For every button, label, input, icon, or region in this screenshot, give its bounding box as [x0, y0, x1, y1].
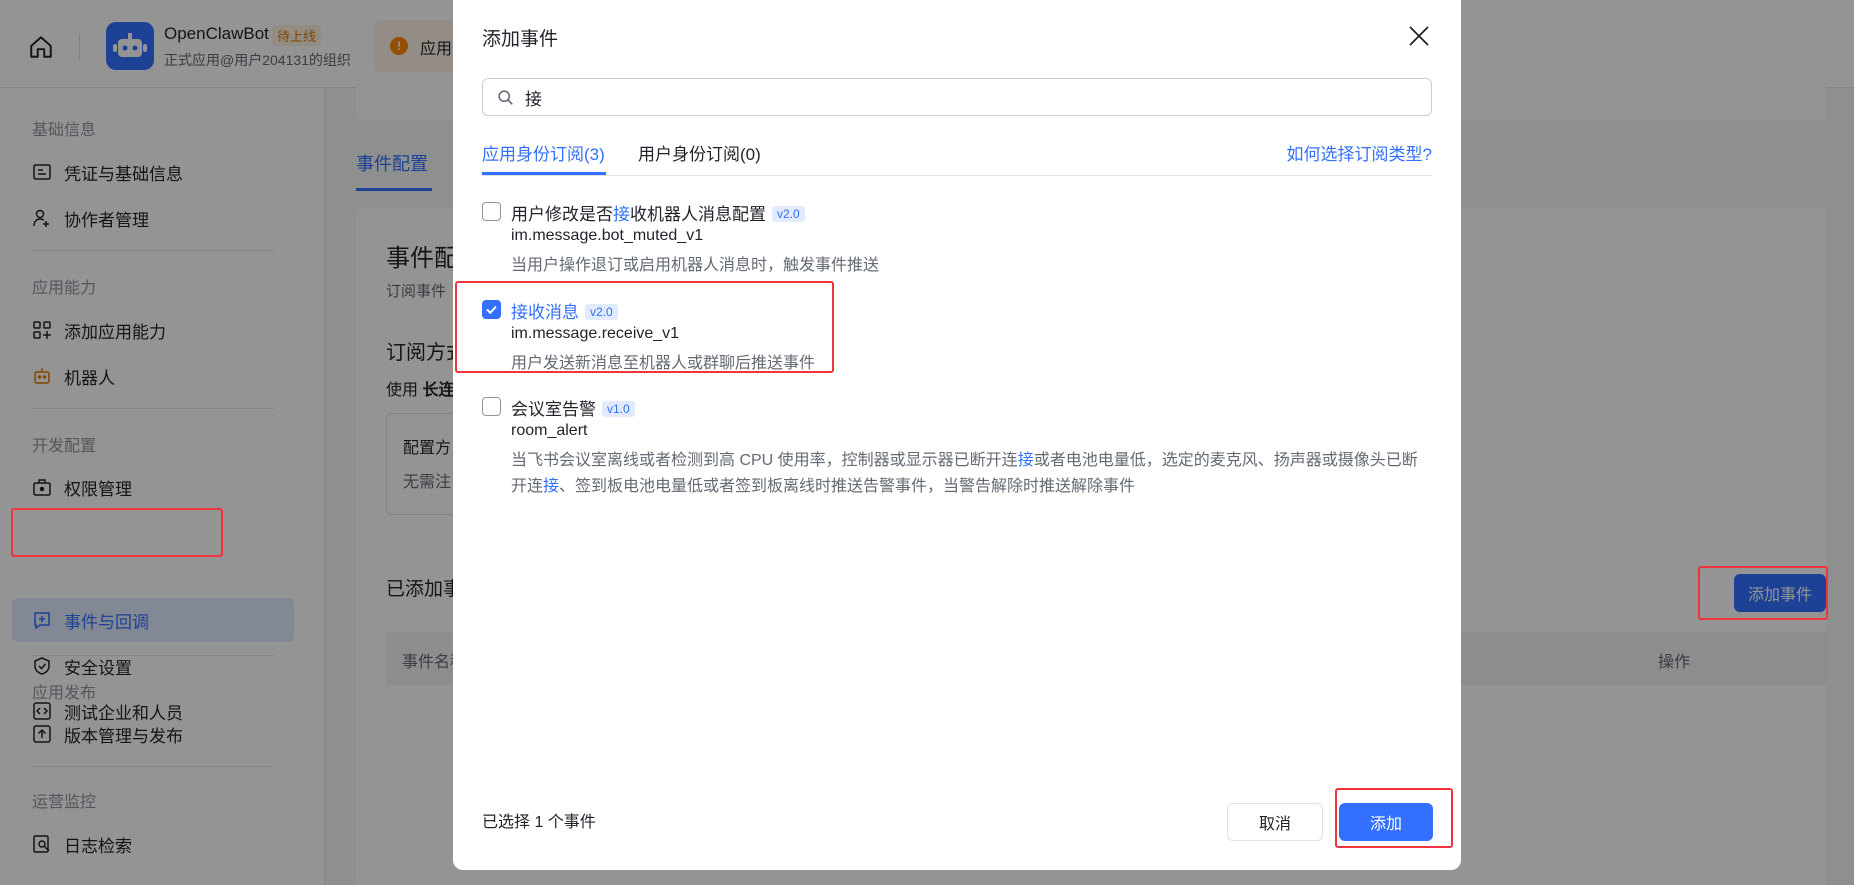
desc-highlight: 接: [1017, 452, 1034, 469]
event-name-part: 用户修改是否: [511, 205, 613, 224]
highlight-box-add-event: [1698, 566, 1828, 620]
event-name-highlight: 接: [613, 205, 630, 224]
close-icon[interactable]: [1407, 24, 1431, 48]
selected-count: 已选择 1 个事件: [482, 814, 596, 831]
event-key: im.message.bot_muted_v1: [511, 227, 704, 244]
event-name: 会议室告警 v1.0: [511, 395, 635, 420]
desc-part: 当飞书会议室离线或者检测到高 CPU 使用率，控制器或显示器已断开连: [511, 452, 1018, 469]
search-input[interactable]: [525, 83, 1405, 111]
tab-divider: [482, 175, 1432, 176]
cancel-button[interactable]: 取消: [1227, 803, 1323, 841]
highlight-box-sidebar: [11, 508, 223, 557]
highlight-box-add-button: [1335, 788, 1453, 848]
desc-part: 、签到板电池电量低或者签到板离线时推送告警事件，当警告解除时推送解除事件: [559, 478, 1136, 495]
version-badge: v1.0: [602, 401, 635, 417]
event-description: 当飞书会议室离线或者检测到高 CPU 使用率，控制器或显示器已断开连接或者电池电…: [511, 448, 1431, 500]
desc-highlight: 接: [543, 478, 560, 495]
version-badge: v2.0: [772, 206, 805, 222]
tab-app-subscription[interactable]: 应用身份订阅(3): [482, 140, 605, 165]
search-box: [482, 78, 1432, 116]
tab-user-subscription[interactable]: 用户身份订阅(0): [638, 140, 761, 165]
event-description: 当用户操作退订或启用机器人消息时，触发事件推送: [511, 257, 880, 274]
event-key: room_alert: [511, 422, 588, 439]
modal-title: 添加事件: [482, 29, 559, 50]
event-name-part: 会议室告警: [511, 400, 596, 419]
help-link[interactable]: 如何选择订阅类型?: [1287, 140, 1432, 165]
add-event-modal: 添加事件 应用身份订阅(3) 用户身份订阅(0) 如何选择订阅类型? 用户修改是…: [453, 0, 1461, 870]
event-name: 用户修改是否接收机器人消息配置 v2.0: [511, 200, 805, 225]
event-checkbox[interactable]: [482, 397, 501, 416]
highlight-box-event: [455, 281, 834, 373]
search-icon: [498, 90, 513, 105]
event-name-part: 收机器人消息配置: [630, 205, 766, 224]
event-checkbox[interactable]: [482, 202, 501, 221]
